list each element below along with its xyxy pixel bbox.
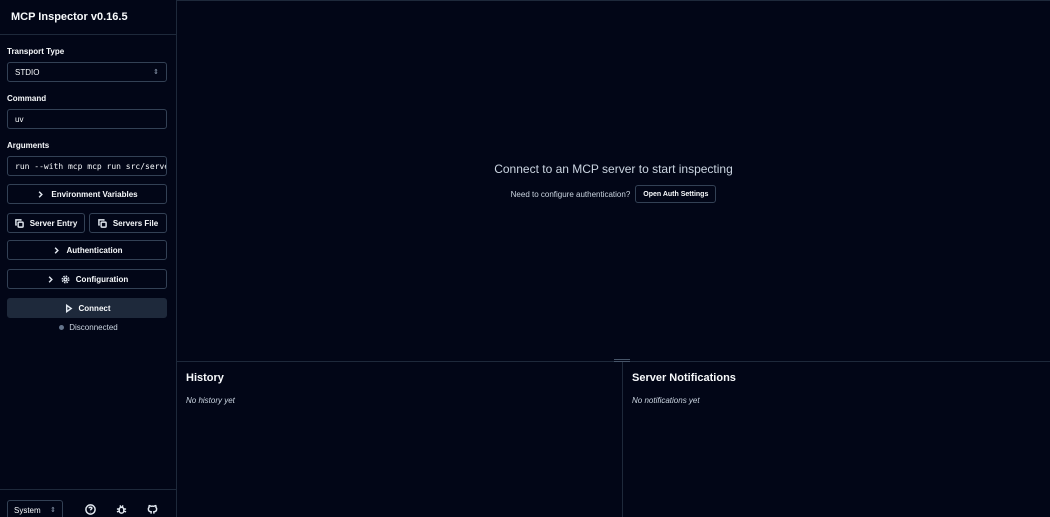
transport-type-label: Transport Type — [7, 47, 65, 56]
chevron-right-icon — [54, 246, 59, 254]
environment-variables-button[interactable]: Environment Variables — [7, 184, 167, 204]
servers-file-label: Servers File — [112, 218, 159, 228]
transport-type-value: STDIO — [15, 67, 40, 77]
auth-prompt-row: Need to configure authentication? Open A… — [177, 185, 1050, 203]
connect-button[interactable]: Connect — [7, 298, 167, 318]
arguments-value: run --with mcp mcp run src/server/ — [15, 161, 167, 171]
server-entry-button[interactable]: Server Entry — [7, 213, 85, 233]
chevron-right-icon — [48, 275, 53, 283]
theme-select[interactable]: System ⇕ — [7, 500, 63, 517]
server-notifications-panel: Server Notifications No notifications ye… — [623, 362, 1050, 517]
command-label: Command — [7, 94, 47, 103]
command-input[interactable]: uv — [7, 109, 167, 129]
theme-value: System — [14, 505, 41, 515]
command-value: uv — [15, 114, 24, 124]
copy-icon — [97, 218, 107, 228]
configuration-label: Configuration — [75, 274, 129, 284]
arguments-label: Arguments — [7, 141, 50, 150]
servers-file-button[interactable]: Servers File — [89, 213, 167, 233]
history-title: History — [186, 372, 224, 384]
github-icon[interactable] — [147, 504, 158, 515]
auth-prompt-text: Need to configure authentication? — [510, 189, 631, 199]
status-text: Disconnected — [69, 323, 118, 332]
sidebar: MCP Inspector v0.16.5 Transport Type STD… — [0, 0, 177, 517]
copy-icon — [14, 218, 24, 228]
play-icon — [65, 303, 72, 313]
chevron-up-down-icon: ⇕ — [153, 68, 159, 76]
transport-type-select[interactable]: STDIO ⇕ — [7, 62, 167, 82]
sidebar-header: MCP Inspector v0.16.5 — [0, 0, 176, 35]
server-notifications-empty-text: No notifications yet — [632, 396, 700, 405]
configuration-button[interactable]: Configuration — [7, 269, 167, 289]
status-dot — [59, 325, 65, 330]
authentication-label: Authentication — [66, 245, 123, 255]
sidebar-footer: System ⇕ — [0, 489, 176, 517]
chevron-right-icon — [39, 190, 44, 198]
server-entry-label: Server Entry — [29, 218, 78, 228]
open-auth-settings-button[interactable]: Open Auth Settings — [635, 185, 717, 203]
app-title: MCP Inspector v0.16.5 — [11, 11, 128, 23]
bug-icon[interactable] — [116, 504, 127, 515]
server-notifications-title: Server Notifications — [632, 372, 736, 384]
help-icon[interactable] — [85, 504, 96, 515]
connect-label: Connect — [78, 303, 111, 313]
arguments-input[interactable]: run --with mcp mcp run src/server/ — [7, 156, 167, 176]
history-panel: History No history yet — [177, 362, 622, 517]
main-panel: Connect to an MCP server to start inspec… — [177, 0, 1050, 361]
empty-state-title: Connect to an MCP server to start inspec… — [494, 162, 733, 176]
environment-variables-label: Environment Variables — [51, 189, 138, 199]
history-empty-text: No history yet — [186, 396, 235, 405]
gear-icon — [61, 275, 70, 283]
connection-status: Disconnected — [0, 323, 177, 332]
chevron-up-down-icon: ⇕ — [50, 506, 56, 514]
authentication-button[interactable]: Authentication — [7, 240, 167, 260]
